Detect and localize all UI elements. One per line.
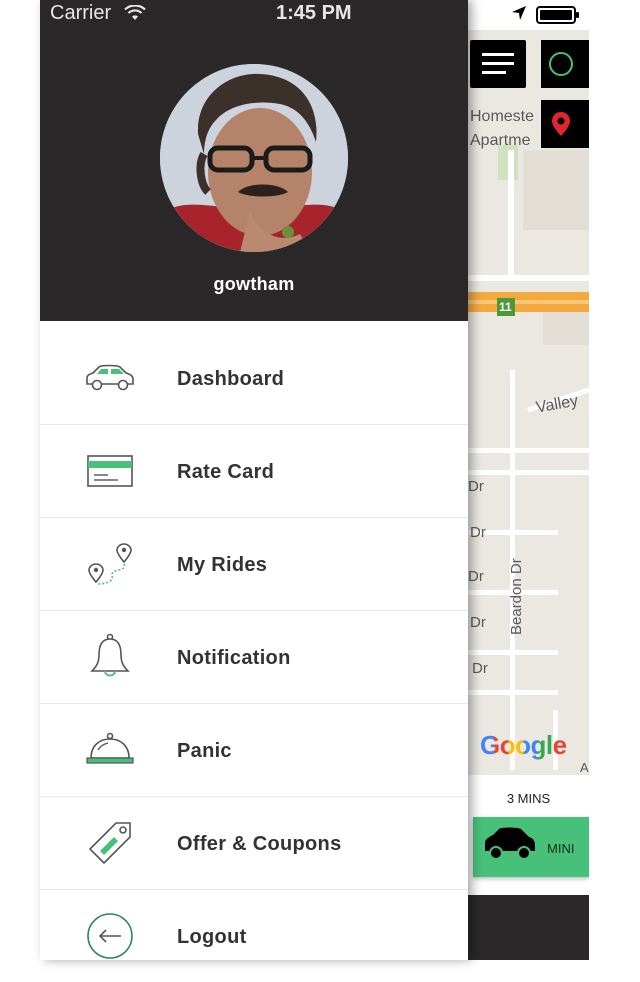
service-bell-icon (82, 722, 138, 778)
map-pin-button[interactable] (541, 100, 589, 148)
location-arrow-icon (510, 4, 528, 28)
map-label-homestead: Homeste (470, 108, 535, 125)
tag-icon (82, 815, 138, 871)
right-edge (589, 0, 640, 960)
target-circle-icon (549, 52, 573, 76)
menu-item-notification[interactable]: Notification (40, 611, 468, 704)
highway-shield: 11 (499, 300, 512, 314)
map-label-apartments: Apartme (470, 132, 531, 149)
left-background (0, 0, 40, 960)
map-label-beardon: Beardon Dr (508, 558, 525, 635)
google-attribution: Google (480, 730, 567, 761)
menu-label-dashboard: Dashboard (177, 368, 285, 390)
ride-option-mini[interactable]: MINI (473, 817, 589, 877)
map-label-dr-4: Dr (470, 614, 486, 631)
map-label-dr-3: Dr (468, 568, 484, 585)
menu-item-rate-card[interactable]: Rate Card (40, 425, 468, 518)
menu-item-dashboard[interactable]: Dashboard (40, 332, 468, 425)
menu-item-logout[interactable]: Logout (40, 890, 468, 982)
hamburger-icon (482, 53, 514, 74)
map-menu-button[interactable] (470, 40, 526, 88)
avatar[interactable] (160, 64, 348, 252)
google-logo-text: Google (480, 730, 567, 760)
menu-label-panic: Panic (177, 740, 232, 762)
clock-label: 1:45 PM (276, 2, 352, 24)
ride-selector: 3 MINS MINI (468, 775, 589, 895)
map-label-dr-2: Dr (470, 524, 486, 541)
menu-label-offer-coupons: Offer & Coupons (177, 833, 342, 855)
menu-item-my-rides[interactable]: My Rides (40, 518, 468, 611)
map-pin-icon (552, 112, 570, 136)
map-label-dr-5: Dr (472, 660, 488, 677)
battery-icon (536, 6, 580, 30)
menu-item-offer-coupons[interactable]: Offer & Coupons (40, 797, 468, 890)
status-bar: Carrier 1:45 PM (0, 0, 640, 30)
ride-type-label: MINI (547, 841, 575, 856)
route-icon (82, 536, 138, 592)
menu-item-panic[interactable]: Panic (40, 704, 468, 797)
drawer-menu: Dashboard Rate Card My Rides Notificatio… (40, 332, 468, 982)
current-location-button[interactable] (541, 40, 589, 88)
logout-icon (82, 908, 138, 964)
menu-label-notification: Notification (177, 647, 291, 669)
car-icon (82, 350, 138, 406)
wifi-icon (124, 4, 146, 27)
map-label-dr-1: Dr (468, 478, 484, 495)
carrier-label: Carrier (50, 2, 112, 24)
bottom-bar (468, 895, 589, 960)
card-icon (82, 443, 138, 499)
menu-label-logout: Logout (177, 926, 247, 948)
bell-icon (82, 629, 138, 685)
car-silhouette-icon (485, 827, 535, 860)
profile-header: gowtham (40, 0, 468, 321)
profile-username: gowtham (213, 274, 295, 294)
menu-label-my-rides: My Rides (177, 554, 268, 576)
eta-label: 3 MINS (506, 791, 551, 806)
map-label-edge: A (580, 760, 589, 775)
menu-label-rate-card: Rate Card (177, 461, 275, 483)
navigation-drawer: gowtham Dashboard Rate Card My Rides Not… (40, 0, 468, 960)
